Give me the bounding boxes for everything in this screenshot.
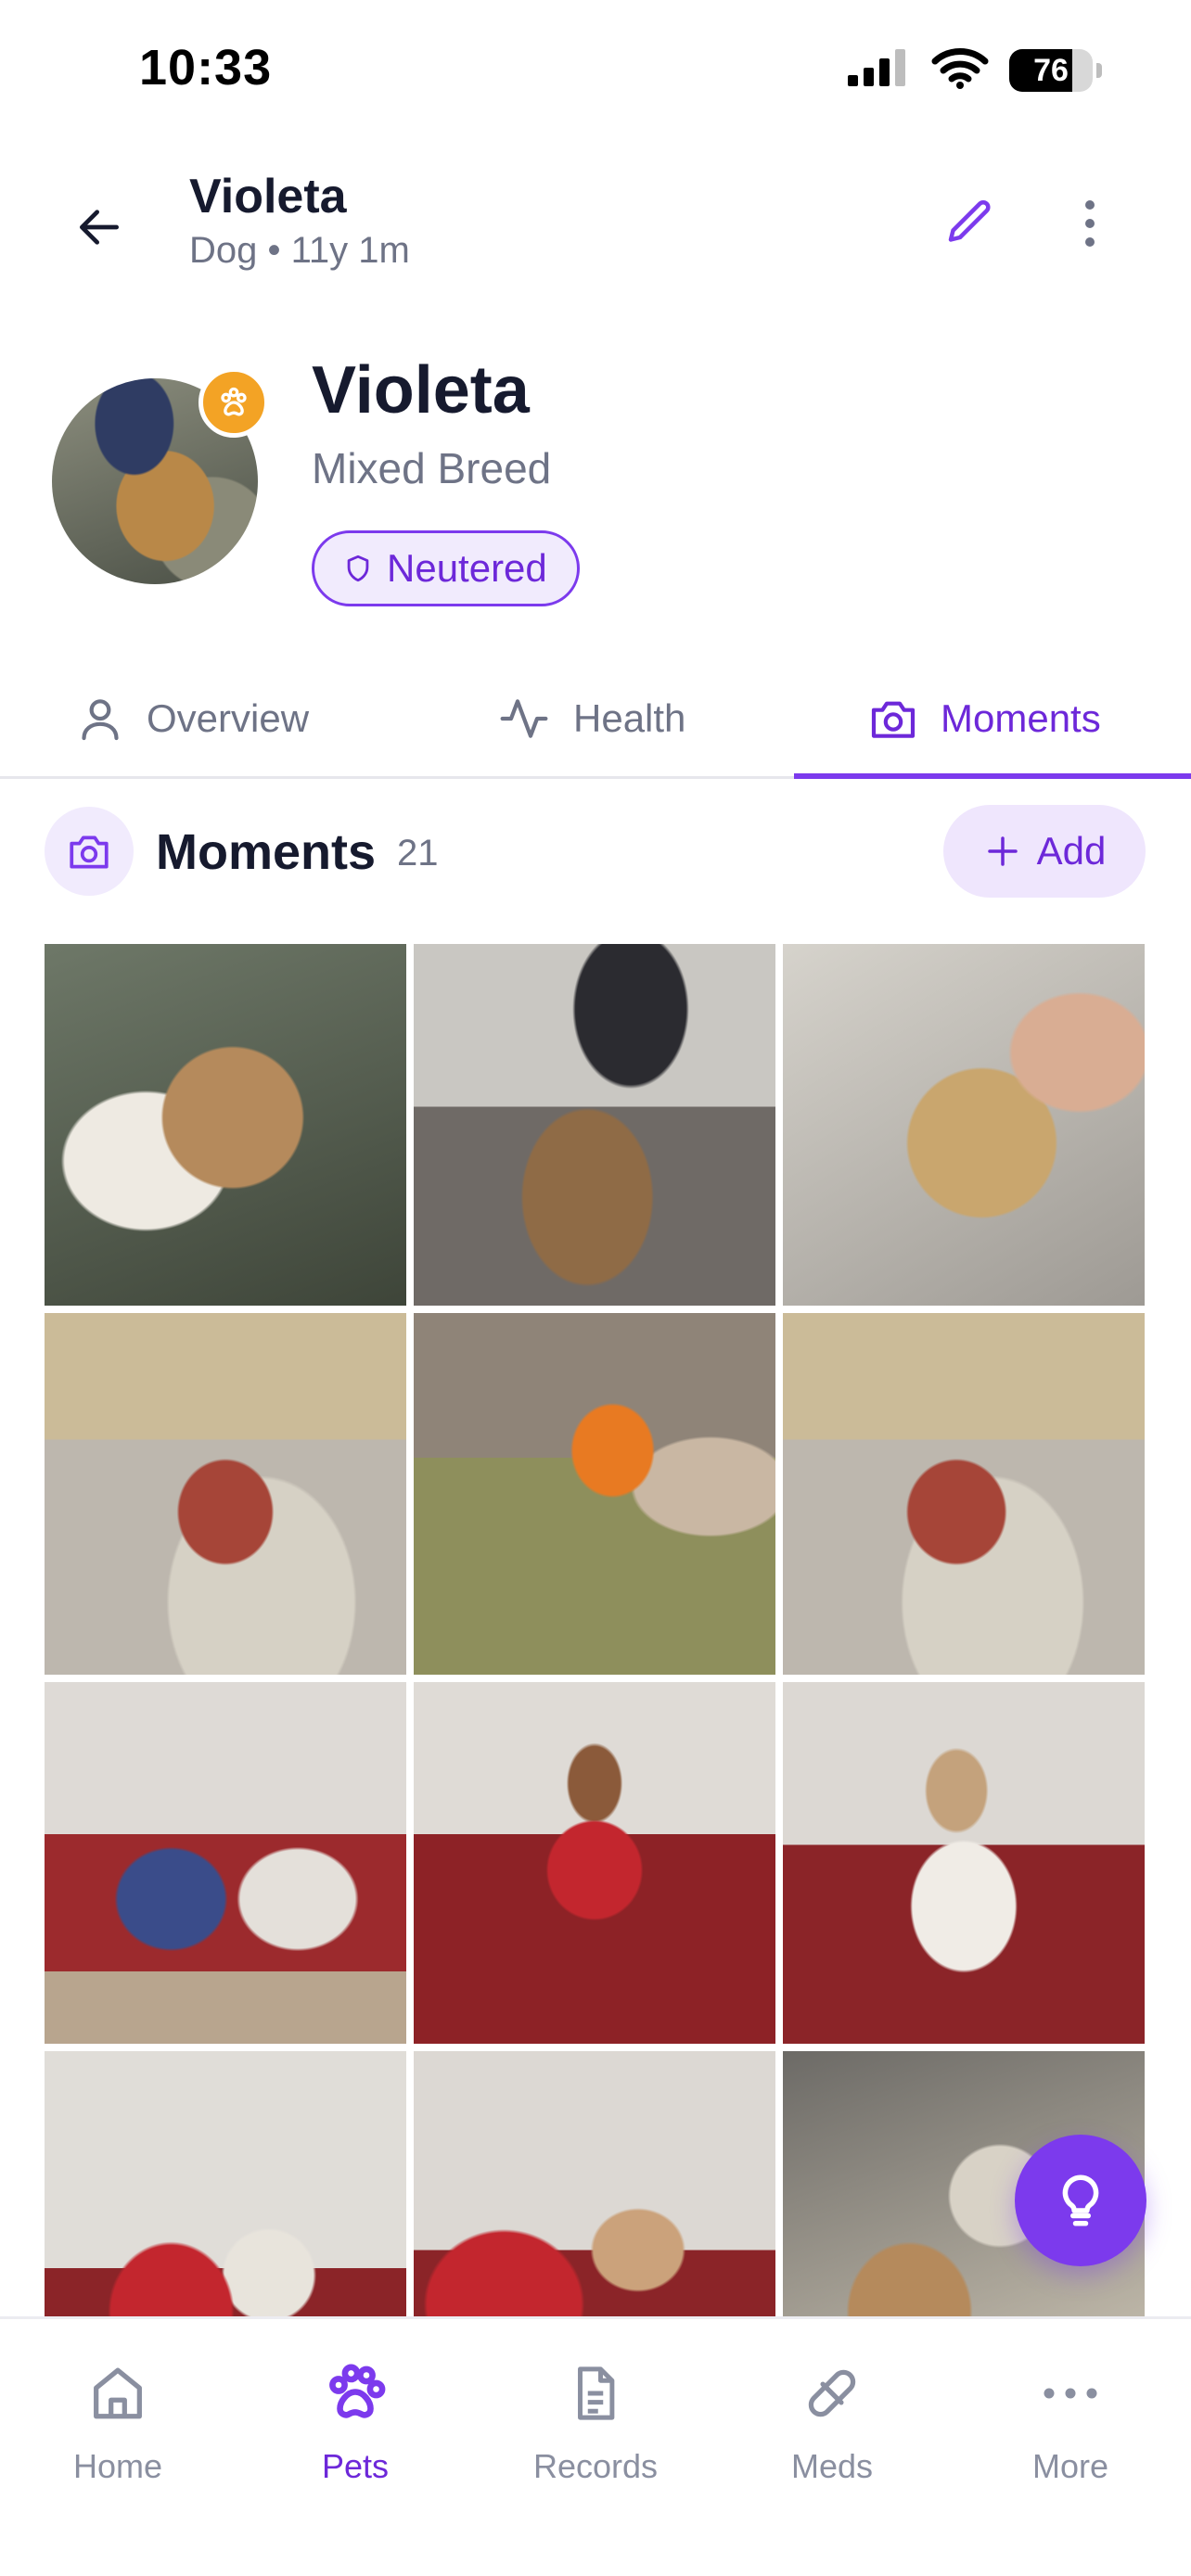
camera-icon: [871, 701, 916, 738]
nav-meds-label: Meds: [790, 2447, 874, 2485]
arrow-left-icon: [80, 210, 119, 245]
tab-overview[interactable]: Overview: [74, 658, 309, 779]
pencil-icon: [948, 199, 991, 242]
pet-type-badge: [198, 367, 269, 438]
more-options-button[interactable]: [1048, 182, 1132, 265]
moment-photo[interactable]: [45, 1313, 406, 1675]
nav-records-label: Records: [532, 2447, 659, 2485]
battery-level-text: 76: [1033, 52, 1069, 88]
moment-photo[interactable]: [45, 944, 406, 1306]
nav-records[interactable]: Records: [512, 2356, 679, 2486]
nav-pets-label: Pets: [321, 2447, 390, 2485]
tab-health-label: Health: [573, 696, 686, 740]
tips-fab-button[interactable]: [1015, 2135, 1146, 2266]
status-time: 10:33: [139, 40, 273, 96]
active-tab-indicator: [794, 773, 1191, 779]
person-icon: [82, 699, 119, 741]
status-bar: 10:33 76: [0, 0, 1191, 139]
camera-icon: [70, 835, 109, 869]
nav-more[interactable]: More: [987, 2356, 1154, 2486]
moment-photo[interactable]: [414, 1313, 775, 1675]
moment-photo[interactable]: [783, 944, 1145, 1306]
add-moment-label: Add: [1036, 829, 1107, 873]
moments-photo-grid: [45, 944, 1146, 2316]
pet-breed: Mixed Breed: [312, 444, 552, 492]
ellipsis-icon: [1044, 2388, 1097, 2399]
neutered-status-label: Neutered: [387, 546, 547, 590]
pet-name: Violeta: [312, 353, 530, 427]
status-icons: 76: [846, 46, 1102, 94]
moment-photo[interactable]: [45, 1682, 406, 2044]
battery-indicator: 76: [1009, 48, 1093, 92]
tab-moments[interactable]: Moments: [866, 658, 1101, 779]
shield-icon: [347, 555, 369, 582]
cellular-signal-icon: [846, 47, 911, 93]
tab-moments-label: Moments: [941, 696, 1101, 740]
bottom-navigation: Home Pets Records Meds More: [0, 2316, 1191, 2576]
paw-icon: [221, 387, 247, 416]
wifi-icon: [931, 46, 989, 94]
top-header: Violeta Dog • 11y 1m: [0, 158, 1191, 278]
plus-icon: [987, 836, 1018, 866]
moment-photo[interactable]: [45, 2051, 406, 2316]
moment-photo[interactable]: [783, 1682, 1145, 2044]
document-icon: [578, 2366, 615, 2420]
nav-home-label: Home: [72, 2447, 163, 2485]
tab-overview-label: Overview: [147, 696, 310, 740]
pet-profile-screen: 10:33 76 Violeta Dog • 11y 1m Violeta Mi…: [0, 0, 1191, 2576]
moments-count: 21: [397, 833, 439, 874]
moment-photo[interactable]: [414, 1682, 775, 2044]
paw-icon: [329, 2364, 386, 2418]
moments-section-icon: [45, 807, 134, 896]
profile-tabs: Overview Health Moments: [0, 658, 1191, 779]
pulse-icon: [500, 699, 548, 738]
moment-photo[interactable]: [414, 2051, 775, 2316]
moments-section-title: Moments: [156, 824, 377, 880]
back-button[interactable]: [58, 185, 141, 269]
nav-more-label: More: [1031, 2447, 1109, 2485]
nav-home[interactable]: Home: [34, 2356, 201, 2486]
neutered-status-badge: Neutered: [312, 530, 580, 606]
header-pet-name: Violeta: [189, 170, 347, 223]
battery-cap: [1096, 62, 1102, 78]
vertical-ellipsis-icon: [1085, 200, 1095, 247]
add-moment-button[interactable]: Add: [943, 805, 1146, 898]
lightbulb-icon: [1062, 2174, 1099, 2226]
moment-photo[interactable]: [414, 944, 775, 1306]
pill-icon: [808, 2369, 856, 2417]
moment-photo[interactable]: [783, 1313, 1145, 1675]
header-pet-subtitle: Dog • 11y 1m: [189, 230, 410, 271]
tab-health[interactable]: Health: [495, 658, 685, 779]
nav-meds[interactable]: Meds: [749, 2356, 916, 2486]
edit-button[interactable]: [928, 182, 1011, 265]
nav-pets[interactable]: Pets: [272, 2356, 439, 2486]
home-icon: [94, 2367, 142, 2419]
